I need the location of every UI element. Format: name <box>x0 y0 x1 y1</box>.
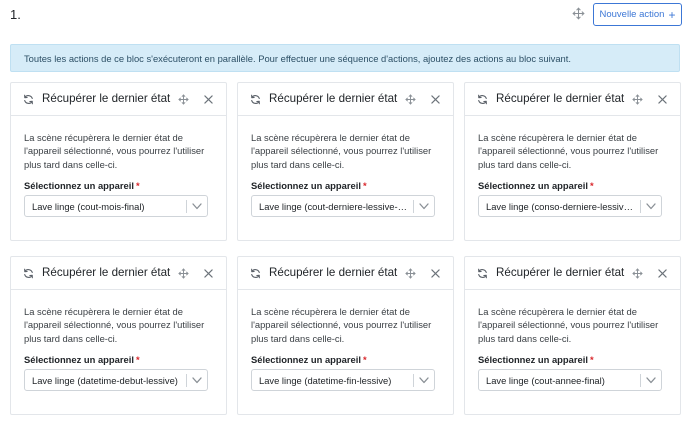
device-select-label: Sélectionnez un appareil * <box>478 180 594 191</box>
required-mark: * <box>589 354 594 365</box>
move-icon[interactable] <box>178 268 189 279</box>
card-title: Récupérer le dernier état <box>269 92 398 105</box>
card-description: La scène récupèrera le dernier état de l… <box>251 132 432 170</box>
move-icon[interactable] <box>632 94 643 105</box>
close-icon[interactable] <box>204 269 213 278</box>
select-separator <box>186 200 187 213</box>
device-select-value: Lave linge (conso-derniere-lessive-… <box>486 201 636 212</box>
device-select-label: Sélectionnez un appareil * <box>251 354 367 365</box>
refresh-icon <box>478 94 487 105</box>
device-select[interactable]: Lave linge (conso-derniere-lessive-… <box>478 195 662 217</box>
device-select-label-text: Sélectionnez un appareil <box>251 180 361 191</box>
select-separator <box>186 374 187 387</box>
refresh-icon <box>251 268 260 279</box>
card-description: La scène récupèrera le dernier état de l… <box>251 306 432 344</box>
device-select-value: Lave linge (datetime-fin-lessive) <box>259 375 392 386</box>
chevron-down-icon[interactable] <box>192 203 202 210</box>
device-select[interactable]: Lave linge (cout-derniere-lessive-se… <box>251 195 435 217</box>
block-number: 1. <box>10 7 21 22</box>
required-mark: * <box>362 180 367 191</box>
move-icon[interactable] <box>405 94 416 105</box>
close-icon[interactable] <box>431 95 440 104</box>
select-separator <box>640 200 641 213</box>
device-select-label-text: Sélectionnez un appareil <box>478 354 588 365</box>
action-card: Récupérer le dernier état La scène récup… <box>464 256 681 415</box>
chevron-down-icon[interactable] <box>646 203 656 210</box>
action-card: Récupérer le dernier état La scène récup… <box>237 256 454 415</box>
refresh-icon <box>24 94 33 105</box>
required-mark: * <box>589 180 594 191</box>
card-title: Récupérer le dernier état <box>496 92 625 105</box>
close-icon[interactable] <box>658 269 667 278</box>
device-select-label: Sélectionnez un appareil * <box>478 354 594 365</box>
move-icon[interactable] <box>405 268 416 279</box>
move-icon[interactable] <box>572 7 585 20</box>
chevron-down-icon[interactable] <box>192 377 202 384</box>
move-icon[interactable] <box>632 268 643 279</box>
card-description: La scène récupèrera le dernier état de l… <box>478 306 659 344</box>
required-mark: * <box>362 354 367 365</box>
select-separator <box>413 200 414 213</box>
chevron-down-icon[interactable] <box>419 377 429 384</box>
select-separator <box>640 374 641 387</box>
close-icon[interactable] <box>431 269 440 278</box>
device-select-value: Lave linge (cout-mois-final) <box>32 201 145 212</box>
block-header: 1. Nouvelle action + <box>0 0 690 30</box>
new-action-label: Nouvelle action <box>599 9 665 20</box>
close-icon[interactable] <box>204 95 213 104</box>
card-header: Récupérer le dernier état <box>238 83 453 116</box>
action-card: Récupérer le dernier état La scène récup… <box>10 256 227 415</box>
card-description: La scène récupèrera le dernier état de l… <box>24 132 205 170</box>
plus-icon: + <box>668 7 676 22</box>
device-select-value: Lave linge (cout-derniere-lessive-se… <box>259 201 409 212</box>
action-card: Récupérer le dernier état La scène récup… <box>237 82 454 241</box>
parallel-info-alert: Toutes les actions de ce bloc s'exécuter… <box>10 44 680 72</box>
device-select-label-text: Sélectionnez un appareil <box>251 354 361 365</box>
chevron-down-icon[interactable] <box>646 377 656 384</box>
move-icon[interactable] <box>178 94 189 105</box>
select-separator <box>413 374 414 387</box>
required-mark: * <box>135 180 140 191</box>
action-card: Récupérer le dernier état La scène récup… <box>464 82 681 241</box>
device-select-label-text: Sélectionnez un appareil <box>24 354 134 365</box>
card-header: Récupérer le dernier état <box>465 83 680 116</box>
card-header: Récupérer le dernier état <box>238 257 453 290</box>
alert-text: Toutes les actions de ce bloc s'exécuter… <box>24 52 571 64</box>
device-select-label-text: Sélectionnez un appareil <box>478 180 588 191</box>
card-header: Récupérer le dernier état <box>11 257 226 290</box>
chevron-down-icon[interactable] <box>419 203 429 210</box>
device-select-label: Sélectionnez un appareil * <box>24 180 140 191</box>
device-select[interactable]: Lave linge (cout-annee-final) <box>478 369 662 391</box>
card-header: Récupérer le dernier état <box>465 257 680 290</box>
device-select-label: Sélectionnez un appareil * <box>24 354 140 365</box>
card-header: Récupérer le dernier état <box>11 83 226 116</box>
card-title: Récupérer le dernier état <box>269 266 398 279</box>
refresh-icon <box>24 268 33 279</box>
new-action-button[interactable]: Nouvelle action + <box>593 3 682 26</box>
refresh-icon <box>478 268 487 279</box>
card-title: Récupérer le dernier état <box>496 266 625 279</box>
device-select[interactable]: Lave linge (cout-mois-final) <box>24 195 208 217</box>
device-select[interactable]: Lave linge (datetime-fin-lessive) <box>251 369 435 391</box>
card-description: La scène récupèrera le dernier état de l… <box>478 132 659 170</box>
device-select-label-text: Sélectionnez un appareil <box>24 180 134 191</box>
device-select-value: Lave linge (cout-annee-final) <box>486 375 605 386</box>
refresh-icon <box>251 94 260 105</box>
device-select-label: Sélectionnez un appareil * <box>251 180 367 191</box>
card-description: La scène récupèrera le dernier état de l… <box>24 306 205 344</box>
card-title: Récupérer le dernier état <box>42 266 171 279</box>
action-card: Récupérer le dernier état La scène récup… <box>10 82 227 241</box>
device-select-value: Lave linge (datetime-debut-lessive) <box>32 375 178 386</box>
close-icon[interactable] <box>658 95 667 104</box>
card-title: Récupérer le dernier état <box>42 92 171 105</box>
required-mark: * <box>135 354 140 365</box>
device-select[interactable]: Lave linge (datetime-debut-lessive) <box>24 369 208 391</box>
